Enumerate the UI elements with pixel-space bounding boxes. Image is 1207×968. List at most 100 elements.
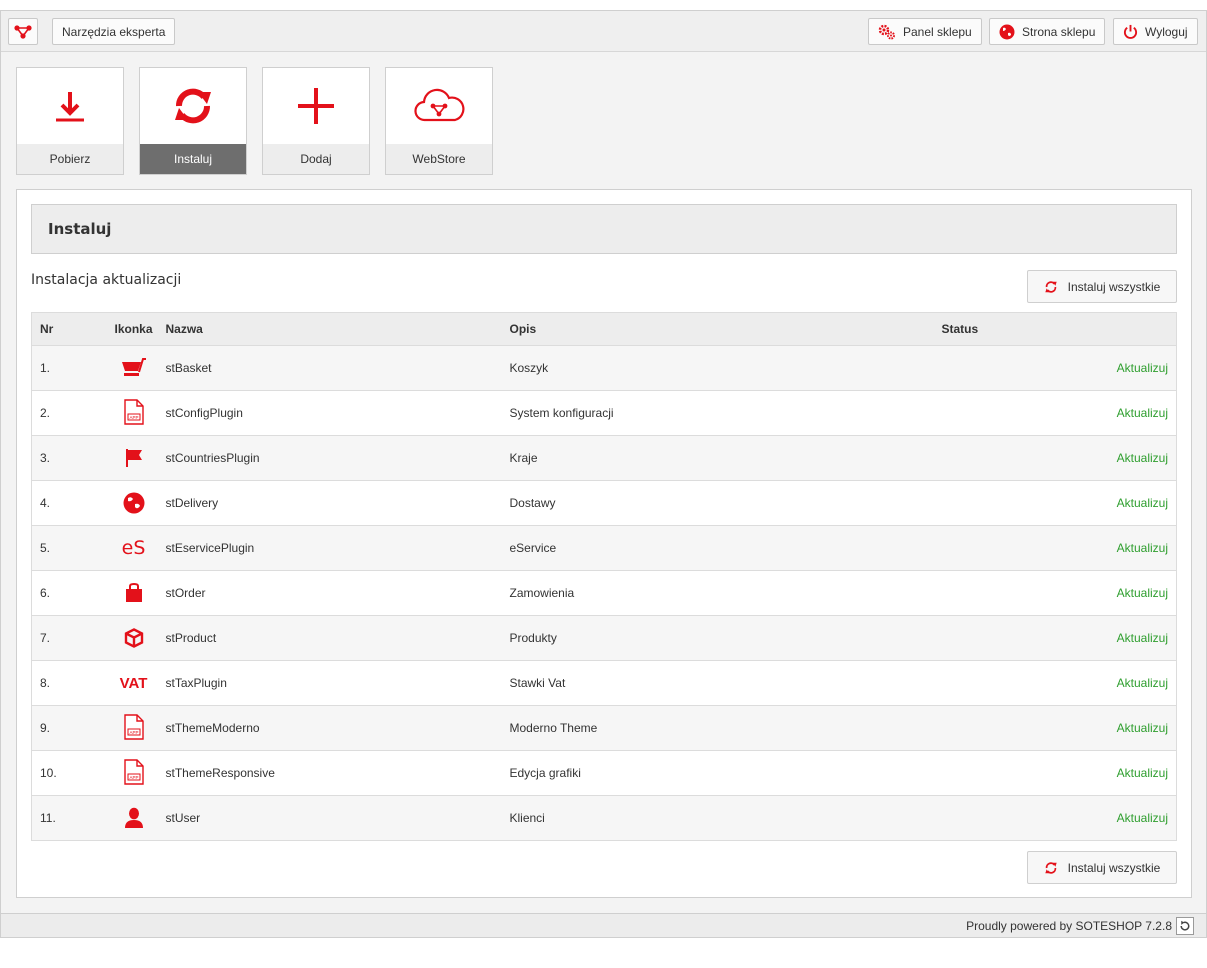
row-desc: Klienci bbox=[509, 811, 545, 825]
header-name: Nazwa bbox=[165, 322, 203, 336]
row-nr: 8. bbox=[40, 676, 51, 690]
install-all-label: Instaluj wszystkie bbox=[1067, 860, 1161, 875]
header-desc: Opis bbox=[509, 322, 537, 336]
header-nr: Nr bbox=[40, 322, 54, 336]
row-desc: Stawki Vat bbox=[509, 676, 566, 690]
table-row: 9. APP stThemeModerno Moderno Theme Aktu… bbox=[31, 705, 1177, 751]
row-name: stBasket bbox=[165, 361, 212, 375]
table-row: 2. APP stConfigPlugin System konfiguracj… bbox=[31, 390, 1177, 436]
install-panel: Instaluj Instalacja aktualizacji Instalu… bbox=[16, 189, 1192, 898]
power-icon bbox=[1123, 24, 1138, 39]
section-title: Instalacja aktualizacji bbox=[31, 272, 182, 288]
install-all-label: Instaluj wszystkie bbox=[1067, 279, 1161, 294]
row-desc: Dostawy bbox=[509, 496, 556, 510]
shop-panel-label: Panel sklepu bbox=[903, 24, 972, 39]
tile-label: Dodaj bbox=[263, 144, 369, 174]
row-desc: eService bbox=[509, 541, 557, 555]
header-status: Status bbox=[941, 322, 979, 336]
globe-icon bbox=[999, 24, 1015, 39]
row-nr: 11. bbox=[40, 811, 56, 825]
row-name: stEservicePlugin bbox=[165, 541, 255, 555]
footer: Proudly powered by SOTESHOP 7.2.8 bbox=[1, 913, 1206, 937]
row-name: stUser bbox=[165, 811, 201, 825]
tile-webstore[interactable]: WebStore bbox=[385, 67, 493, 175]
row-nr: 3. bbox=[40, 451, 51, 465]
row-nr: 4. bbox=[40, 496, 51, 510]
app-window: Narzędzia eksperta Panel sklepu Strona s… bbox=[0, 10, 1207, 938]
update-link[interactable]: Aktualizuj bbox=[1117, 766, 1168, 780]
tile-label: WebStore bbox=[386, 144, 492, 174]
footer-refresh-button[interactable] bbox=[1176, 916, 1194, 935]
top-bar: Narzędzia eksperta Panel sklepu Strona s… bbox=[1, 11, 1206, 52]
install-all-button-bottom[interactable]: Instaluj wszystkie bbox=[1027, 851, 1177, 884]
shop-panel-button[interactable]: Panel sklepu bbox=[868, 18, 982, 45]
row-nr: 5. bbox=[40, 541, 51, 555]
row-nr: 1. bbox=[40, 361, 51, 375]
app-file-icon: APP bbox=[123, 398, 144, 425]
row-name: stProduct bbox=[165, 631, 217, 645]
app-file-icon-text: APP bbox=[129, 730, 138, 735]
tile-download[interactable]: Pobierz bbox=[16, 67, 124, 175]
logo-button[interactable] bbox=[8, 18, 38, 45]
panel-title: Instaluj bbox=[31, 204, 1177, 254]
row-name: stOrder bbox=[165, 586, 206, 600]
refresh-icon bbox=[1180, 920, 1190, 931]
table-row: 10. APP stThemeResponsive Edycja grafiki… bbox=[31, 750, 1177, 796]
row-desc: Moderno Theme bbox=[509, 721, 598, 735]
tile-label: Instaluj bbox=[140, 144, 246, 174]
row-nr: 10. bbox=[40, 766, 57, 780]
expert-tools-button[interactable]: Narzędzia eksperta bbox=[52, 18, 176, 45]
tile-install[interactable]: Instaluj bbox=[139, 67, 247, 175]
update-link[interactable]: Aktualizuj bbox=[1117, 406, 1168, 420]
powered-by-text: Proudly powered by SOTESHOP 7.2.8 bbox=[966, 918, 1172, 933]
plus-icon bbox=[298, 88, 334, 124]
update-link[interactable]: Aktualizuj bbox=[1117, 586, 1168, 600]
bag-icon bbox=[125, 583, 142, 602]
table-row: 4. stDelivery Dostawy Aktualizuj bbox=[31, 480, 1177, 526]
header-icon: Ikonka bbox=[114, 322, 153, 336]
row-desc: System konfiguracji bbox=[509, 406, 614, 420]
vat-icon: VAT bbox=[119, 674, 148, 692]
row-name: stTaxPlugin bbox=[165, 676, 227, 690]
app-file-icon-text: APP bbox=[129, 415, 138, 420]
update-link[interactable]: Aktualizuj bbox=[1117, 811, 1168, 825]
row-nr: 7. bbox=[40, 631, 51, 645]
row-name: stCountriesPlugin bbox=[165, 451, 260, 465]
update-link[interactable]: Aktualizuj bbox=[1117, 676, 1168, 690]
update-link[interactable]: Aktualizuj bbox=[1117, 361, 1168, 375]
row-nr: 9. bbox=[40, 721, 51, 735]
row-desc: Produkty bbox=[509, 631, 557, 645]
update-link[interactable]: Aktualizuj bbox=[1117, 721, 1168, 735]
row-name: stDelivery bbox=[165, 496, 219, 510]
row-desc: Kraje bbox=[509, 451, 538, 465]
update-link[interactable]: Aktualizuj bbox=[1117, 451, 1168, 465]
expert-tools-label: Narzędzia eksperta bbox=[62, 24, 166, 39]
box-icon bbox=[124, 628, 143, 648]
shop-site-label: Strona sklepu bbox=[1022, 24, 1096, 39]
row-desc: Koszyk bbox=[509, 361, 549, 375]
user-icon bbox=[124, 807, 143, 828]
app-file-icon: APP bbox=[123, 758, 144, 785]
update-link[interactable]: Aktualizuj bbox=[1117, 541, 1168, 555]
logout-button[interactable]: Wyloguj bbox=[1113, 18, 1198, 45]
update-link[interactable]: Aktualizuj bbox=[1117, 631, 1168, 645]
table-row: 11. stUser Klienci Aktualizuj bbox=[31, 795, 1177, 841]
shop-site-button[interactable]: Strona sklepu bbox=[989, 18, 1106, 45]
logout-label: Wyloguj bbox=[1145, 24, 1188, 39]
share-logo-icon bbox=[14, 24, 32, 39]
basket-icon bbox=[121, 358, 146, 376]
tile-label: Pobierz bbox=[17, 144, 123, 174]
row-desc: Edycja grafiki bbox=[509, 766, 581, 780]
refresh-icon bbox=[175, 88, 211, 124]
table-header-row: Nr Ikonka Nazwa Opis Status bbox=[31, 312, 1177, 346]
row-desc: Zamowienia bbox=[509, 586, 575, 600]
gears-icon bbox=[878, 24, 895, 39]
install-all-button-top[interactable]: Instaluj wszystkie bbox=[1027, 270, 1177, 303]
updates-table: Nr Ikonka Nazwa Opis Status 1. stBasket bbox=[31, 312, 1177, 841]
refresh-icon bbox=[1044, 861, 1057, 874]
tile-add[interactable]: Dodaj bbox=[262, 67, 370, 175]
update-link[interactable]: Aktualizuj bbox=[1117, 496, 1168, 510]
app-file-icon-text: APP bbox=[129, 775, 138, 780]
app-file-icon: APP bbox=[123, 713, 144, 740]
row-nr: 6. bbox=[40, 586, 51, 600]
